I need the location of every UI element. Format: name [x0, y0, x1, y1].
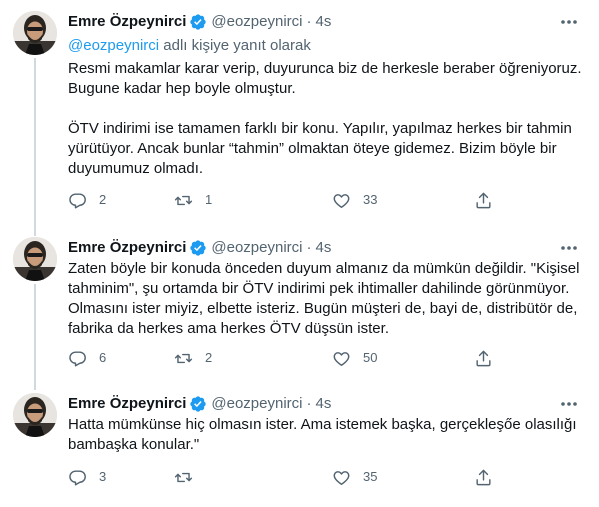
tweet-thread: Emre Özpeynirci @eozpeynirci · 4s @eozpe… [0, 0, 599, 507]
reply-icon [69, 469, 86, 485]
tweet-header: Emre Özpeynirci @eozpeynirci · 4s [68, 394, 559, 414]
author-handle[interactable]: @eozpeynirci [211, 238, 302, 258]
like-count: 33 [363, 192, 378, 207]
author-name[interactable]: Emre Özpeynirci [68, 238, 186, 258]
separator-dot: · [306, 395, 312, 412]
verified-badge-icon [189, 13, 207, 31]
tweet-actions: 3 35 [68, 467, 493, 487]
more-options-icon[interactable] [559, 240, 579, 256]
like-button[interactable]: 50 [332, 348, 377, 368]
tweet-header: Emre Özpeynirci @eozpeynirci · 4s [68, 238, 559, 258]
tweet[interactable]: Emre Özpeynirci @eozpeynirci · 4s Zaten … [0, 226, 599, 390]
tweet-paragraph: ÖTV indirimi ise tamamen farklı bir konu… [68, 120, 572, 177]
share-button[interactable] [474, 190, 493, 210]
retweet-button[interactable]: 1 [174, 190, 212, 210]
retweet-button[interactable]: 2 [174, 348, 212, 368]
tweet-text: Resmi makamlar karar verip, duyurunca bi… [68, 59, 584, 179]
reply-button[interactable]: 3 [68, 467, 106, 487]
avatar[interactable] [13, 393, 57, 437]
tweet-text: Zaten böyle bir konuda önceden duyum alm… [68, 259, 584, 339]
tweet-paragraph: Resmi makamlar karar verip, duyurunca bi… [68, 60, 582, 97]
verified-badge-icon [189, 395, 207, 413]
tweet-actions: 6 2 50 [68, 348, 493, 368]
tweet-paragraph: Zaten böyle bir konuda önceden duyum alm… [68, 260, 580, 337]
author-name[interactable]: Emre Özpeynirci [68, 394, 186, 414]
reply-button[interactable]: 6 [68, 348, 106, 368]
reply-icon [69, 350, 86, 366]
avatar-image [13, 393, 57, 437]
share-button[interactable] [474, 467, 493, 487]
reply-mention-link[interactable]: @eozpeynirci [68, 37, 159, 54]
reply-context-label: adlı kişiye yanıt olarak [159, 37, 311, 54]
retweet-count: 2 [205, 350, 213, 365]
share-icon [476, 350, 491, 366]
tweet-timestamp[interactable]: 4s [316, 394, 332, 414]
thread-connector-line [34, 284, 36, 390]
retweet-icon [174, 353, 193, 363]
separator-dot: · [306, 239, 312, 256]
like-button[interactable]: 33 [332, 190, 377, 210]
tweet-actions: 2 1 33 [68, 190, 493, 210]
tweet-text: Hatta mümkünse hiç olmasın ister. Ama is… [68, 415, 584, 455]
separator-dot: · [306, 13, 312, 30]
tweet[interactable]: Emre Özpeynirci @eozpeynirci · 4s @eozpe… [0, 0, 599, 236]
share-icon [476, 192, 491, 208]
retweet-icon [174, 472, 193, 482]
reply-context: @eozpeynirci adlı kişiye yanıt olarak [68, 36, 311, 56]
tweet-timestamp[interactable]: 4s [316, 12, 332, 32]
retweet-icon [174, 195, 193, 205]
like-count: 50 [363, 350, 378, 365]
tweet-timestamp[interactable]: 4s [316, 238, 332, 258]
heart-icon [333, 193, 350, 208]
tweet-header: Emre Özpeynirci @eozpeynirci · 4s [68, 12, 559, 32]
avatar-image [13, 11, 57, 55]
avatar[interactable] [13, 237, 57, 281]
verified-badge-icon [189, 239, 207, 257]
author-handle[interactable]: @eozpeynirci [211, 12, 302, 32]
reply-count: 6 [99, 350, 107, 365]
tweet[interactable]: Emre Özpeynirci @eozpeynirci · 4s Hatta … [0, 382, 599, 507]
share-button[interactable] [474, 348, 493, 368]
reply-count: 3 [99, 469, 107, 484]
like-count: 35 [363, 469, 378, 484]
avatar-image [13, 237, 57, 281]
avatar[interactable] [13, 11, 57, 55]
share-icon [476, 469, 491, 485]
tweet-paragraph: Hatta mümkünse hiç olmasın ister. Ama is… [68, 416, 577, 453]
like-button[interactable]: 35 [332, 467, 377, 487]
reply-count: 2 [99, 192, 107, 207]
author-handle[interactable]: @eozpeynirci [211, 394, 302, 414]
retweet-count: 1 [205, 192, 213, 207]
author-name[interactable]: Emre Özpeynirci [68, 12, 186, 32]
heart-icon [333, 351, 350, 366]
thread-connector-line [34, 58, 36, 236]
reply-button[interactable]: 2 [68, 190, 106, 210]
reply-icon [69, 192, 86, 208]
more-options-icon[interactable] [559, 396, 579, 412]
more-options-icon[interactable] [559, 14, 579, 30]
heart-icon [333, 470, 350, 485]
retweet-button[interactable] [174, 467, 205, 487]
